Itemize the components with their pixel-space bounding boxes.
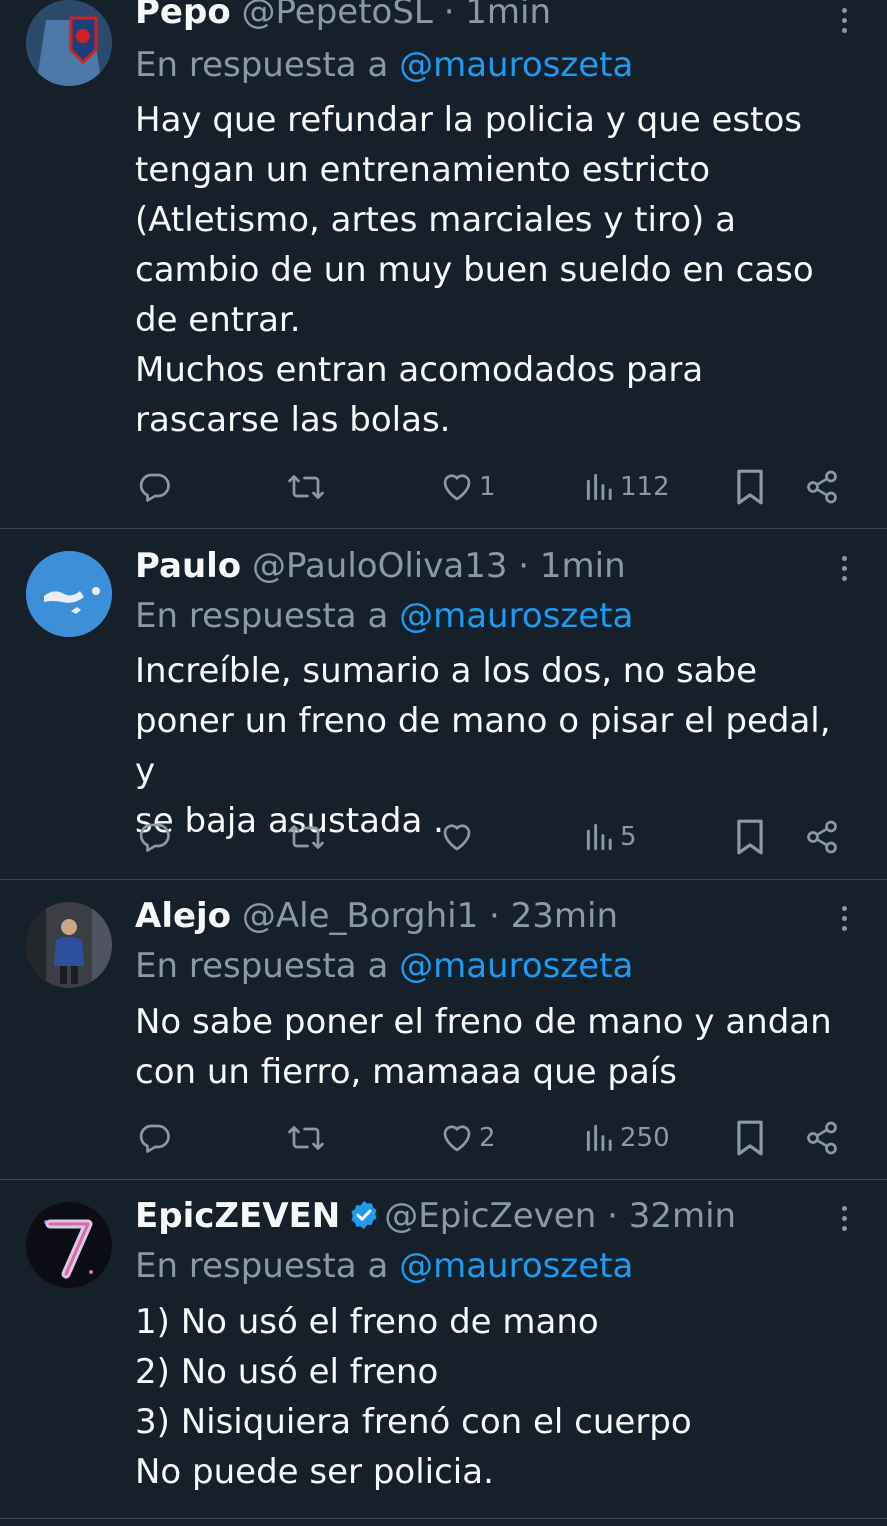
reply-button[interactable] (137, 467, 173, 507)
author-name[interactable]: Alejo (135, 896, 231, 936)
like-count: 1 (479, 472, 496, 502)
divider (0, 1518, 887, 1519)
reply-icon (139, 473, 170, 502)
reply-button[interactable] (137, 817, 173, 857)
retweet-icon (288, 1126, 324, 1150)
author-handle[interactable]: @EpicZeven (384, 1196, 596, 1236)
more-icon[interactable] (836, 1206, 852, 1236)
share-button[interactable] (804, 817, 840, 857)
reply-mention[interactable]: @mauroszeta (399, 45, 633, 85)
tweet-text: 1) No usó el freno de mano 2) No usó el … (135, 1302, 692, 1492)
author-name[interactable]: Pepo (135, 0, 231, 32)
timestamp[interactable]: · 32min (607, 1196, 736, 1236)
views-count: 250 (620, 1123, 670, 1153)
timestamp[interactable]: · 1min (444, 0, 551, 32)
reply-button[interactable] (137, 1118, 173, 1158)
reply-mention[interactable]: @mauroszeta (399, 946, 633, 986)
more-icon[interactable] (836, 8, 852, 38)
bookmark-button[interactable] (734, 817, 766, 857)
views-button[interactable]: 5 (584, 817, 637, 857)
bookmark-button[interactable] (734, 1118, 766, 1158)
retweet-button[interactable] (286, 1118, 326, 1158)
views-button[interactable]: 112 (584, 467, 670, 507)
retweet-icon (288, 825, 324, 849)
share-button[interactable] (804, 467, 840, 507)
share-icon (807, 1121, 837, 1155)
tweet[interactable]: Alejo @Ale_Borghi1 · 23min En respuesta … (0, 880, 887, 1180)
like-icon (443, 1125, 471, 1152)
reply-mention[interactable]: @mauroszeta (399, 1246, 633, 1286)
tweet[interactable]: EpicZEVEN @EpicZeven · 32min En respuesta… (0, 1180, 887, 1526)
tweet[interactable]: Paulo @PauloOliva13 · 1min En respuesta … (0, 530, 887, 880)
verified-badge-icon (348, 1198, 380, 1238)
bookmark-icon (737, 469, 763, 505)
bookmark-button[interactable] (734, 467, 766, 507)
like-button[interactable] (439, 817, 479, 857)
author-handle[interactable]: @PepetoSL (242, 0, 433, 32)
avatar[interactable] (26, 1202, 112, 1288)
share-button[interactable] (804, 1118, 840, 1158)
views-count: 5 (620, 822, 637, 852)
tweet[interactable]: Pepo @PepetoSL · 1min En respuesta a @ma… (0, 0, 887, 530)
tweet-text: Increíble, sumario a los dos, no sabe po… (135, 651, 831, 841)
reply-context: En respuesta a @mauroszeta (135, 944, 633, 988)
author-handle[interactable]: @Ale_Borghi1 (242, 896, 478, 936)
like-button[interactable]: 1 (439, 467, 496, 507)
views-icon (586, 473, 612, 501)
views-icon (586, 823, 612, 851)
reply-context: En respuesta a @mauroszeta (135, 1244, 633, 1288)
like-icon (443, 824, 471, 851)
views-count: 112 (620, 472, 670, 502)
author-name[interactable]: Paulo (135, 546, 241, 586)
like-count: 2 (479, 1123, 496, 1153)
views-icon (586, 1124, 612, 1152)
avatar[interactable] (26, 0, 112, 86)
author-handle[interactable]: @PauloOliva13 (252, 546, 507, 586)
reply-prefix: En respuesta a (135, 946, 389, 986)
retweet-button[interactable] (286, 817, 326, 857)
tweet-text: Hay que refundar la policia y que estos … (135, 100, 814, 440)
share-icon (807, 820, 837, 854)
divider (0, 528, 887, 529)
more-icon[interactable] (836, 556, 852, 586)
like-button[interactable]: 2 (439, 1118, 496, 1158)
reply-icon (139, 1124, 170, 1153)
retweet-button[interactable] (286, 467, 326, 507)
retweet-icon (288, 475, 324, 499)
tweet-text: No sabe poner el freno de mano y andan c… (135, 1002, 832, 1092)
reply-prefix: En respuesta a (135, 45, 389, 85)
reply-icon (139, 823, 170, 852)
reply-prefix: En respuesta a (135, 596, 389, 636)
reply-mention[interactable]: @mauroszeta (399, 596, 633, 636)
reply-prefix: En respuesta a (135, 1246, 389, 1286)
views-button[interactable]: 250 (584, 1118, 670, 1158)
tweet-actions: 1 112 (0, 467, 887, 507)
reply-context: En respuesta a @mauroszeta (135, 43, 633, 87)
avatar[interactable] (26, 551, 112, 637)
author-name[interactable]: EpicZEVEN (135, 1196, 340, 1236)
timestamp[interactable]: · 23min (489, 896, 618, 936)
timestamp[interactable]: · 1min (518, 546, 625, 586)
bookmark-icon (737, 1120, 763, 1156)
share-icon (807, 470, 837, 504)
avatar[interactable] (26, 902, 112, 988)
like-icon (443, 474, 471, 501)
bookmark-icon (737, 819, 763, 855)
more-icon[interactable] (836, 906, 852, 936)
tweet-actions: 2 250 (0, 1118, 887, 1158)
tweet-actions: 5 (0, 817, 887, 857)
reply-context: En respuesta a @mauroszeta (135, 594, 633, 638)
